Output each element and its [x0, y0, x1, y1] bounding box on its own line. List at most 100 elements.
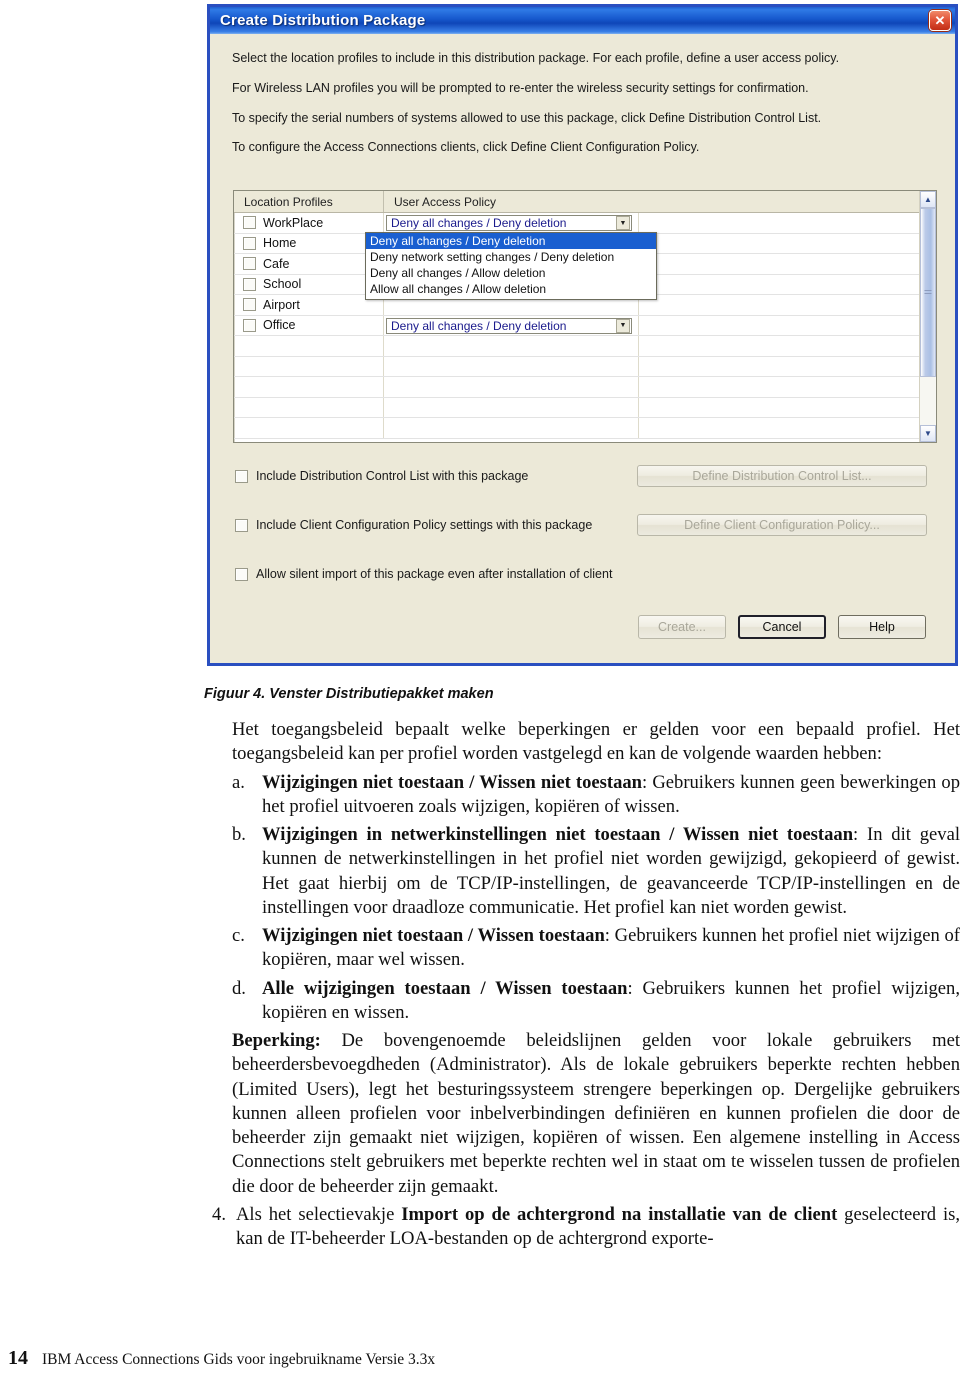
scrollbar-track[interactable] — [920, 208, 936, 425]
user-access-policy-combobox[interactable]: Deny all changes / Deny deletion ▼ — [386, 317, 632, 334]
row-profile-label: Cafe — [263, 256, 290, 271]
page-number: 14 — [8, 1347, 28, 1369]
row-spacer-cell — [639, 336, 936, 356]
dropdown-option[interactable]: Allow all changes / Allow deletion — [366, 281, 656, 297]
row-spacer-cell — [639, 234, 936, 254]
instruction-line-2: For Wireless LAN profiles you will be pr… — [232, 80, 809, 95]
combobox-value: Deny all changes / Deny deletion — [391, 318, 567, 333]
instruction-line-4: To configure the Access Connections clie… — [232, 140, 700, 155]
row-policy-cell — [384, 418, 639, 438]
include-distribution-control-list-checkbox[interactable] — [235, 469, 248, 483]
row-profile-cell: Home — [234, 233, 384, 253]
table-row[interactable] — [234, 377, 936, 398]
close-icon[interactable]: ✕ — [929, 10, 951, 31]
instruction-line-1: Select the location profiles to include … — [232, 51, 840, 65]
restriction-text: De bovengenoemde beleidslijnen gelden vo… — [232, 1030, 960, 1197]
allow-silent-import-label: Allow silent import of this package even… — [256, 567, 613, 581]
scrollbar-grip-icon — [924, 289, 932, 296]
list-item-bold: Alle wijzigingen toestaan / Wissen toest… — [262, 977, 628, 999]
define-distribution-control-list-button[interactable]: Define Distribution Control List... — [637, 465, 927, 487]
include-distribution-control-list-option[interactable]: Include Distribution Control List with t… — [235, 469, 528, 483]
include-distribution-control-list-label: Include Distribution Control List with t… — [256, 469, 529, 483]
page-footer: 14 IBM Access Connections Gids voor inge… — [8, 1347, 435, 1370]
define-client-configuration-policy-label: Define Client Configuration Policy... — [684, 518, 880, 532]
list-marker: d. — [232, 977, 246, 999]
table-row[interactable]: Office Deny all changes / Deny deletion … — [234, 315, 936, 336]
row-profile-cell: WorkPlace — [234, 213, 384, 233]
user-access-policy-dropdown-list[interactable]: Deny all changes / Deny deletion Deny ne… — [365, 232, 657, 300]
row-profile-label: School — [263, 277, 302, 292]
cancel-button[interactable]: Cancel — [738, 615, 826, 639]
row-spacer-cell — [639, 377, 936, 397]
chevron-up-icon[interactable]: ▲ — [920, 191, 936, 208]
row-checkbox[interactable] — [243, 318, 256, 332]
dropdown-option[interactable]: Deny all changes / Deny deletion — [366, 233, 656, 249]
row-profile-label: WorkPlace — [263, 215, 324, 230]
step-pre-text: Als het selectievakje — [236, 1203, 402, 1225]
dialog-titlebar: Create Distribution Package ✕ — [210, 4, 955, 34]
help-button[interactable]: Help — [838, 615, 926, 639]
create-button[interactable]: Create... — [638, 615, 726, 639]
row-profile-cell: Airport — [234, 295, 384, 315]
table-row[interactable] — [234, 336, 936, 357]
row-checkbox[interactable] — [243, 257, 256, 271]
row-policy-cell — [384, 397, 639, 417]
step-bold-text: Import op de achtergrond na installatie … — [401, 1203, 838, 1225]
chevron-down-icon[interactable]: ▼ — [616, 216, 630, 230]
intro-paragraph: Het toegangsbeleid bepaalt welke beperki… — [232, 719, 960, 765]
table-row[interactable]: WorkPlace Deny all changes / Deny deleti… — [234, 213, 936, 234]
dropdown-option[interactable]: Deny network setting changes / Deny dele… — [366, 249, 656, 265]
allow-silent-import-checkbox[interactable] — [235, 567, 248, 581]
list-item-body: Wijzigingen niet toestaan / Wissen toest… — [262, 924, 960, 973]
allow-silent-import-option[interactable]: Allow silent import of this package even… — [235, 567, 612, 581]
listbox-vertical-scrollbar[interactable]: ▲ ▼ — [919, 191, 936, 442]
row-checkbox[interactable] — [243, 277, 256, 291]
figure-caption: Figuur 4. Venster Distributiepakket make… — [204, 686, 494, 702]
row-checkbox[interactable] — [243, 236, 256, 250]
row-policy-cell: Deny all changes / Deny deletion ▼ — [384, 213, 639, 233]
include-client-configuration-policy-option[interactable]: Include Client Configuration Policy sett… — [235, 518, 592, 532]
table-row[interactable] — [234, 397, 936, 418]
column-header-location-profiles: Location Profiles — [234, 191, 384, 212]
chevron-down-icon[interactable]: ▼ — [920, 425, 936, 442]
row-profile-label: Airport — [263, 297, 300, 312]
row-policy-cell — [384, 377, 639, 397]
page-root: Create Distribution Package ✕ Select the… — [0, 0, 960, 1384]
chevron-down-icon[interactable]: ▼ — [616, 318, 630, 333]
row-profile-cell — [234, 397, 384, 417]
footer-text: IBM Access Connections Gids voor ingebru… — [42, 1351, 436, 1368]
define-client-configuration-policy-button[interactable]: Define Client Configuration Policy... — [637, 514, 927, 536]
dialog-title: Create Distribution Package — [220, 12, 426, 29]
list-marker: b. — [232, 824, 246, 845]
row-profile-cell — [234, 336, 384, 356]
user-access-policy-combobox[interactable]: Deny all changes / Deny deletion ▼ — [386, 215, 632, 231]
include-client-configuration-policy-label: Include Client Configuration Policy sett… — [256, 518, 593, 532]
combobox-value: Deny all changes / Deny deletion — [391, 216, 567, 230]
row-checkbox[interactable] — [243, 216, 256, 230]
row-profile-cell: Office — [234, 315, 384, 335]
row-spacer-cell — [639, 254, 936, 274]
row-profile-cell — [234, 377, 384, 397]
row-profile-cell: Cafe — [234, 254, 384, 274]
table-row[interactable] — [234, 356, 936, 377]
include-client-configuration-policy-checkbox[interactable] — [235, 518, 248, 532]
list-item: c. Wijzigingen niet toestaan / Wissen to… — [232, 924, 960, 973]
list-item: a. Wijzigingen niet toestaan / Wissen ni… — [232, 771, 960, 820]
create-distribution-package-dialog: Create Distribution Package ✕ Select the… — [207, 4, 958, 666]
dropdown-option[interactable]: Deny all changes / Allow deletion — [366, 265, 656, 281]
row-profile-cell — [234, 418, 384, 438]
list-marker: c. — [232, 925, 245, 946]
restriction-label: Beperking: — [232, 1030, 321, 1051]
scrollbar-thumb[interactable] — [920, 208, 936, 378]
row-checkbox[interactable] — [243, 298, 256, 312]
row-spacer-cell — [639, 418, 936, 438]
location-profiles-listbox[interactable]: Location Profiles User Access Policy Wor… — [233, 190, 937, 443]
create-button-label: Create... — [658, 620, 706, 634]
document-body: Het toegangsbeleid bepaalt welke beperki… — [212, 718, 960, 1251]
dialog-instructions: Select the location profiles to include … — [210, 34, 955, 155]
list-item-bold: Wijzigingen niet toestaan / Wissen toest… — [262, 925, 605, 946]
table-row[interactable] — [234, 418, 936, 439]
row-spacer-cell — [639, 357, 936, 377]
row-policy-cell: Deny all changes / Deny deletion ▼ — [384, 315, 639, 335]
listbox-header: Location Profiles User Access Policy — [234, 191, 936, 213]
